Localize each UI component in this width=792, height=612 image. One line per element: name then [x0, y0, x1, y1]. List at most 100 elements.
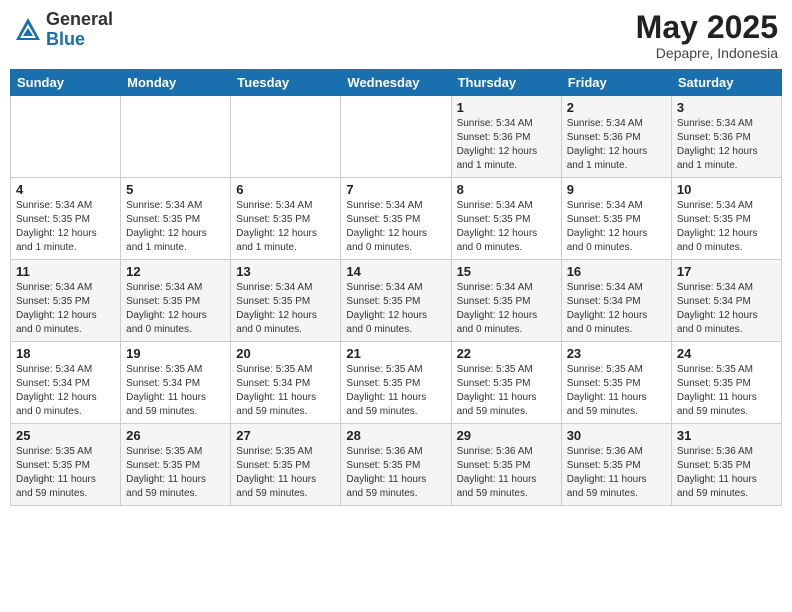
- day-info: Sunrise: 5:35 AM Sunset: 5:35 PM Dayligh…: [126, 445, 225, 501]
- calendar-cell: 18 Sunrise: 5:34 AM Sunset: 5:34 PM Dayli…: [11, 342, 121, 424]
- day-number: 23: [567, 346, 666, 361]
- day-info: Sunrise: 5:34 AM Sunset: 5:34 PM Dayligh…: [16, 363, 115, 419]
- calendar-header-row: SundayMondayTuesdayWednesdayThursdayFrid…: [11, 70, 782, 96]
- day-number: 22: [457, 346, 556, 361]
- day-number: 31: [677, 428, 776, 443]
- calendar-cell: 28 Sunrise: 5:36 AM Sunset: 5:35 PM Dayli…: [341, 424, 451, 506]
- day-info: Sunrise: 5:34 AM Sunset: 5:35 PM Dayligh…: [126, 281, 225, 337]
- day-number: 10: [677, 182, 776, 197]
- day-info: Sunrise: 5:34 AM Sunset: 5:35 PM Dayligh…: [567, 199, 666, 255]
- day-info: Sunrise: 5:35 AM Sunset: 5:35 PM Dayligh…: [236, 445, 335, 501]
- calendar-cell: 29 Sunrise: 5:36 AM Sunset: 5:35 PM Dayli…: [451, 424, 561, 506]
- day-number: 3: [677, 100, 776, 115]
- day-number: 21: [346, 346, 445, 361]
- col-header-sunday: Sunday: [11, 70, 121, 96]
- day-number: 28: [346, 428, 445, 443]
- day-info: Sunrise: 5:36 AM Sunset: 5:35 PM Dayligh…: [567, 445, 666, 501]
- calendar-cell: 13 Sunrise: 5:34 AM Sunset: 5:35 PM Dayli…: [231, 260, 341, 342]
- calendar-cell: [121, 96, 231, 178]
- day-number: 24: [677, 346, 776, 361]
- calendar-cell: 15Sunrise: 5:34 AM Sunset: 5:35 PM Dayli…: [451, 260, 561, 342]
- day-number: 11: [16, 264, 115, 279]
- day-info: Sunrise: 5:34 AM Sunset: 5:35 PM Dayligh…: [346, 281, 445, 337]
- day-number: 18: [16, 346, 115, 361]
- day-info: Sunrise: 5:34 AM Sunset: 5:36 PM Dayligh…: [677, 117, 776, 173]
- calendar-table: SundayMondayTuesdayWednesdayThursdayFrid…: [10, 69, 782, 506]
- calendar-week-2: 4 Sunrise: 5:34 AM Sunset: 5:35 PM Daylig…: [11, 178, 782, 260]
- month-title: May 2025: [636, 10, 778, 45]
- calendar-week-3: 11 Sunrise: 5:34 AM Sunset: 5:35 PM Dayli…: [11, 260, 782, 342]
- calendar-cell: 11Sunrise: 5:34 AM Sunset: 5:35 PM Dayli…: [11, 260, 121, 342]
- day-info: Sunrise: 5:34 AM Sunset: 5:35 PM Dayligh…: [346, 199, 445, 255]
- calendar-cell: 6 Sunrise: 5:34 AM Sunset: 5:35 PM Daylig…: [231, 178, 341, 260]
- day-info: Sunrise: 5:35 AM Sunset: 5:35 PM Dayligh…: [346, 363, 445, 419]
- calendar-cell: 8 Sunrise: 5:34 AM Sunset: 5:35 PM Daylig…: [451, 178, 561, 260]
- day-number: 27: [236, 428, 335, 443]
- day-info: Sunrise: 5:34 AM Sunset: 5:36 PM Dayligh…: [457, 117, 556, 173]
- calendar-cell: 22 Sunrise: 5:35 AM Sunset: 5:35 PM Dayli…: [451, 342, 561, 424]
- location-subtitle: Depapre, Indonesia: [636, 45, 778, 61]
- calendar-cell: 2 Sunrise: 5:34 AM Sunset: 5:36 PM Daylig…: [561, 96, 671, 178]
- calendar-cell: 7 Sunrise: 5:34 AM Sunset: 5:35 PM Daylig…: [341, 178, 451, 260]
- day-info: Sunrise: 5:36 AM Sunset: 5:35 PM Dayligh…: [346, 445, 445, 501]
- day-info: Sunrise: 5:35 AM Sunset: 5:34 PM Dayligh…: [236, 363, 335, 419]
- col-header-saturday: Saturday: [671, 70, 781, 96]
- day-info: Sunrise: 5:34 AM Sunset: 5:36 PM Dayligh…: [567, 117, 666, 173]
- calendar-cell: 24 Sunrise: 5:35 AM Sunset: 5:35 PM Dayli…: [671, 342, 781, 424]
- day-number: 6: [236, 182, 335, 197]
- calendar-cell: [341, 96, 451, 178]
- day-info: Sunrise: 5:34 AM Sunset: 5:35 PM Dayligh…: [126, 199, 225, 255]
- day-info: Sunrise: 5:34 AM Sunset: 5:34 PM Dayligh…: [567, 281, 666, 337]
- calendar-cell: 31 Sunrise: 5:36 AM Sunset: 5:35 PM Dayli…: [671, 424, 781, 506]
- day-info: Sunrise: 5:34 AM Sunset: 5:35 PM Dayligh…: [457, 199, 556, 255]
- logo-icon: [14, 16, 42, 44]
- col-header-tuesday: Tuesday: [231, 70, 341, 96]
- calendar-cell: 20Sunrise: 5:35 AM Sunset: 5:34 PM Dayli…: [231, 342, 341, 424]
- calendar-cell: 26Sunrise: 5:35 AM Sunset: 5:35 PM Dayli…: [121, 424, 231, 506]
- day-info: Sunrise: 5:35 AM Sunset: 5:35 PM Dayligh…: [567, 363, 666, 419]
- calendar-cell: 1 Sunrise: 5:34 AM Sunset: 5:36 PM Daylig…: [451, 96, 561, 178]
- calendar-cell: 10 Sunrise: 5:34 AM Sunset: 5:35 PM Dayli…: [671, 178, 781, 260]
- calendar-cell: 21 Sunrise: 5:35 AM Sunset: 5:35 PM Dayli…: [341, 342, 451, 424]
- day-number: 1: [457, 100, 556, 115]
- day-info: Sunrise: 5:34 AM Sunset: 5:35 PM Dayligh…: [16, 199, 115, 255]
- day-info: Sunrise: 5:35 AM Sunset: 5:34 PM Dayligh…: [126, 363, 225, 419]
- calendar-cell: [11, 96, 121, 178]
- day-number: 7: [346, 182, 445, 197]
- calendar-cell: [231, 96, 341, 178]
- day-number: 4: [16, 182, 115, 197]
- col-header-friday: Friday: [561, 70, 671, 96]
- calendar-week-4: 18 Sunrise: 5:34 AM Sunset: 5:34 PM Dayli…: [11, 342, 782, 424]
- day-number: 16: [567, 264, 666, 279]
- day-info: Sunrise: 5:35 AM Sunset: 5:35 PM Dayligh…: [457, 363, 556, 419]
- day-info: Sunrise: 5:36 AM Sunset: 5:35 PM Dayligh…: [457, 445, 556, 501]
- day-number: 8: [457, 182, 556, 197]
- day-info: Sunrise: 5:34 AM Sunset: 5:35 PM Dayligh…: [236, 199, 335, 255]
- calendar-week-1: 1 Sunrise: 5:34 AM Sunset: 5:36 PM Daylig…: [11, 96, 782, 178]
- day-info: Sunrise: 5:34 AM Sunset: 5:35 PM Dayligh…: [236, 281, 335, 337]
- day-number: 12: [126, 264, 225, 279]
- col-header-thursday: Thursday: [451, 70, 561, 96]
- day-number: 30: [567, 428, 666, 443]
- day-info: Sunrise: 5:35 AM Sunset: 5:35 PM Dayligh…: [677, 363, 776, 419]
- day-info: Sunrise: 5:36 AM Sunset: 5:35 PM Dayligh…: [677, 445, 776, 501]
- logo: General Blue: [14, 10, 113, 50]
- day-number: 25: [16, 428, 115, 443]
- day-number: 2: [567, 100, 666, 115]
- col-header-monday: Monday: [121, 70, 231, 96]
- day-info: Sunrise: 5:34 AM Sunset: 5:35 PM Dayligh…: [677, 199, 776, 255]
- calendar-cell: 27 Sunrise: 5:35 AM Sunset: 5:35 PM Dayli…: [231, 424, 341, 506]
- calendar-cell: 16 Sunrise: 5:34 AM Sunset: 5:34 PM Dayli…: [561, 260, 671, 342]
- day-number: 17: [677, 264, 776, 279]
- day-number: 19: [126, 346, 225, 361]
- calendar-cell: 12 Sunrise: 5:34 AM Sunset: 5:35 PM Dayli…: [121, 260, 231, 342]
- calendar-cell: 3 Sunrise: 5:34 AM Sunset: 5:36 PM Daylig…: [671, 96, 781, 178]
- day-number: 15: [457, 264, 556, 279]
- title-block: May 2025 Depapre, Indonesia: [636, 10, 778, 61]
- day-number: 29: [457, 428, 556, 443]
- day-number: 13: [236, 264, 335, 279]
- col-header-wednesday: Wednesday: [341, 70, 451, 96]
- calendar-cell: 23 Sunrise: 5:35 AM Sunset: 5:35 PM Dayli…: [561, 342, 671, 424]
- calendar-cell: 9Sunrise: 5:34 AM Sunset: 5:35 PM Daylig…: [561, 178, 671, 260]
- calendar-cell: 14Sunrise: 5:34 AM Sunset: 5:35 PM Dayli…: [341, 260, 451, 342]
